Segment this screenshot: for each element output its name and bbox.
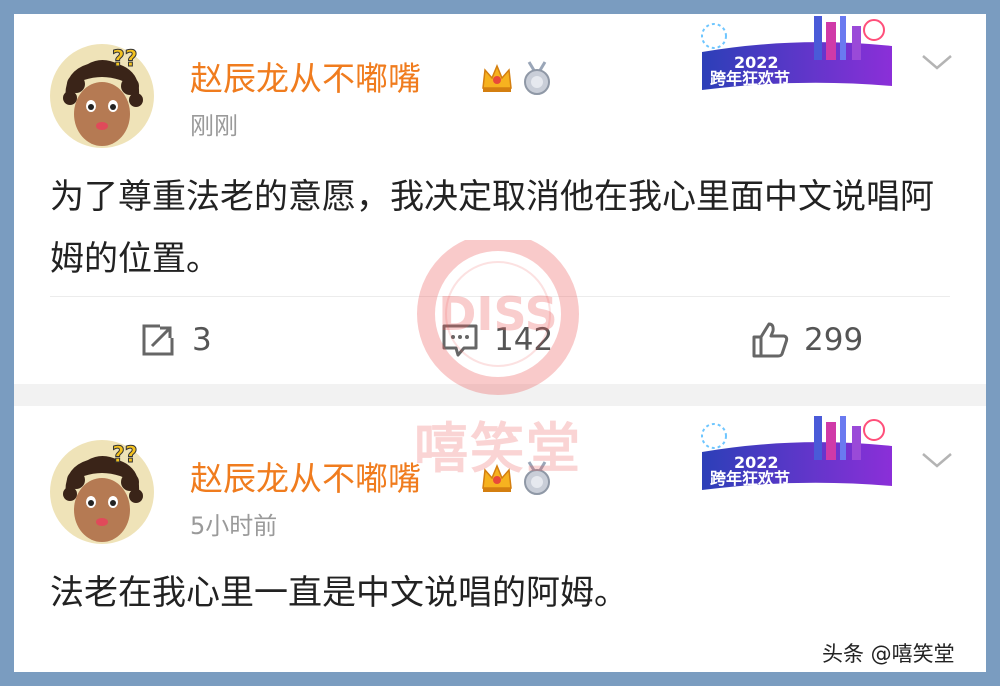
like-button[interactable]: 299 [750, 318, 863, 362]
level-medal-icon [524, 461, 550, 495]
comment-count: 142 [494, 322, 554, 358]
post-timestamp: 5小时前 [190, 512, 278, 540]
thumbs-up-icon [752, 322, 789, 358]
screenshot-frame: ?? 赵辰龙从不嘟嘴 刚刚 2022 跨年狂欢节 为了尊重法老的意愿，我决定取消… [14, 14, 986, 672]
vip-crown-icon [482, 64, 512, 92]
comment-button[interactable]: 142 [440, 318, 553, 362]
new-year-festival-banner[interactable]: 2022 跨年狂欢节 [696, 16, 896, 90]
post-timestamp: 刚刚 [190, 112, 238, 140]
banner-title: 跨年狂欢节 [710, 469, 790, 488]
chevron-down-icon[interactable] [920, 450, 954, 470]
vip-crown-icon [482, 464, 512, 492]
weibo-post: ?? 赵辰龙从不嘟嘴 5小时前 2022 跨年狂欢节 法老在我心里一直是中文说唱… [14, 406, 986, 672]
like-count: 299 [804, 322, 864, 358]
new-year-festival-banner[interactable]: 2022 跨年狂欢节 [696, 416, 896, 490]
repost-count: 3 [192, 322, 212, 358]
username[interactable]: 赵辰龙从不嘟嘴 [190, 452, 421, 500]
divider [50, 296, 950, 297]
repost-button[interactable]: 3 [138, 318, 212, 362]
level-medal-icon [524, 61, 550, 95]
comment-icon [442, 324, 478, 357]
banner-title: 跨年狂欢节 [710, 69, 790, 88]
svg-text:??: ?? [112, 443, 138, 468]
post-text: 法老在我心里一直是中文说唱的阿姆。 [50, 573, 628, 613]
svg-text:??: ?? [112, 47, 138, 72]
repost-icon [142, 324, 174, 356]
username[interactable]: 赵辰龙从不嘟嘴 [190, 52, 421, 100]
chevron-down-icon[interactable] [920, 52, 954, 72]
weibo-post: ?? 赵辰龙从不嘟嘴 刚刚 2022 跨年狂欢节 为了尊重法老的意愿，我决定取消… [14, 14, 986, 384]
user-avatar[interactable]: ?? [50, 44, 154, 148]
user-avatar[interactable]: ?? [50, 440, 154, 544]
source-credit: 头条 @嘻笑堂 [822, 642, 955, 666]
post-text: 为了尊重法老的意愿，我决定取消他在我心里面中文说唱阿姆的位置。 [50, 177, 934, 279]
